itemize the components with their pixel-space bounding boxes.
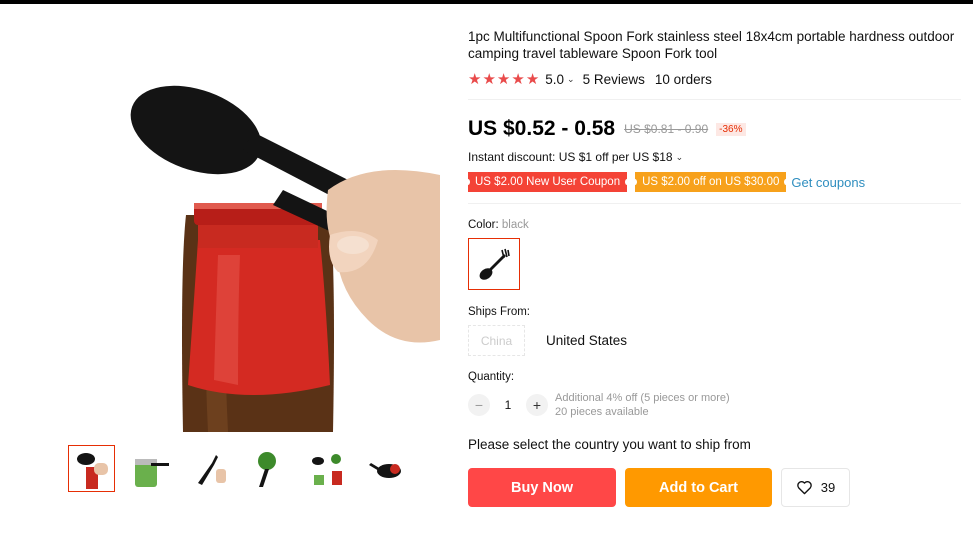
color-label: Color: black	[468, 219, 968, 231]
thumbnail-2[interactable]	[127, 445, 174, 492]
quantity-label: Quantity:	[468, 371, 515, 383]
price-row: US $0.52 - 0.58 US $0.81 - 0.90 -36%	[468, 117, 968, 141]
color-swatch-black[interactable]	[468, 238, 520, 290]
color-label-text: Color:	[468, 219, 499, 231]
additional-discount-text: Additional 4% off (5 pieces or more)	[555, 392, 730, 404]
wishlist-count: 39	[820, 480, 836, 495]
thumbnail-3[interactable]	[186, 445, 233, 492]
thumbnail-strip	[68, 445, 410, 492]
divider	[468, 99, 961, 100]
thumbnail-6[interactable]	[363, 445, 410, 492]
divider	[468, 203, 961, 204]
rating-value: 5.0	[545, 72, 565, 87]
star-icon: ★	[525, 71, 540, 88]
color-selected-value: black	[501, 219, 529, 231]
original-price: US $0.81 - 0.90	[624, 122, 709, 136]
main-product-image[interactable]	[68, 40, 440, 432]
thumbnail-4[interactable]	[245, 445, 292, 492]
star-icon: ★	[482, 71, 496, 88]
instant-discount[interactable]: Instant discount: US $1 off per US $18 ⌄	[468, 150, 968, 164]
get-coupons-link[interactable]: Get coupons	[791, 175, 865, 190]
action-buttons: Buy Now Add to Cart 39	[468, 468, 968, 507]
ships-from-options: China United States	[468, 325, 968, 356]
orders-count: 10 orders	[654, 72, 712, 87]
thumbnail-5[interactable]	[304, 445, 351, 492]
coupon-row: US $2.00 New User Coupon US $2.00 off on…	[465, 172, 968, 192]
heart-icon	[796, 481, 812, 495]
quantity-plus-button[interactable]: +	[526, 394, 548, 416]
chevron-down-icon: ⌄	[675, 151, 684, 162]
rating-row: ★ ★ ★ ★ ★ 5.0 ⌄ 5 Reviews 10 orders	[468, 72, 968, 87]
chevron-down-icon[interactable]: ⌄	[567, 74, 575, 85]
buy-now-button[interactable]: Buy Now	[468, 468, 616, 507]
quantity-minus-button[interactable]: −	[468, 394, 490, 416]
quantity-input[interactable]: 1	[490, 398, 526, 412]
reviews-link[interactable]: 5 Reviews	[583, 72, 645, 87]
star-icon: ★	[511, 71, 525, 88]
discount-badge: -36%	[716, 122, 746, 136]
price: US $0.52 - 0.58	[468, 117, 616, 140]
new-user-coupon[interactable]: US $2.00 New User Coupon	[465, 172, 630, 192]
ship-option-united-states[interactable]: United States	[546, 333, 627, 348]
star-icon: ★	[468, 71, 482, 88]
product-title: 1pc Multifunctional Spoon Fork stainless…	[468, 29, 955, 61]
star-rating[interactable]: ★ ★ ★ ★ ★	[468, 72, 539, 87]
instant-discount-text: Instant discount: US $1 off per US $18	[468, 150, 673, 164]
thumbnail-1[interactable]	[68, 445, 115, 492]
ships-from-label: Ships From:	[468, 306, 530, 318]
wishlist-button[interactable]: 39	[781, 468, 850, 507]
quantity-stepper: − 1 + Additional 4% off (5 pieces or mor…	[468, 391, 968, 419]
add-to-cart-button[interactable]: Add to Cart	[625, 468, 772, 507]
ship-option-china[interactable]: China	[468, 325, 525, 356]
product-info-panel: 1pc Multifunctional Spoon Fork stainless…	[465, 28, 968, 507]
top-bar	[0, 0, 973, 4]
shipping-message: Please select the country you want to sh…	[468, 437, 751, 452]
star-icon: ★	[496, 71, 511, 88]
quantity-info: Additional 4% off (5 pieces or more) 20 …	[555, 391, 730, 419]
pieces-available-text: 20 pieces available	[555, 406, 649, 418]
store-coupon[interactable]: US $2.00 off on US $30.00	[633, 172, 789, 192]
